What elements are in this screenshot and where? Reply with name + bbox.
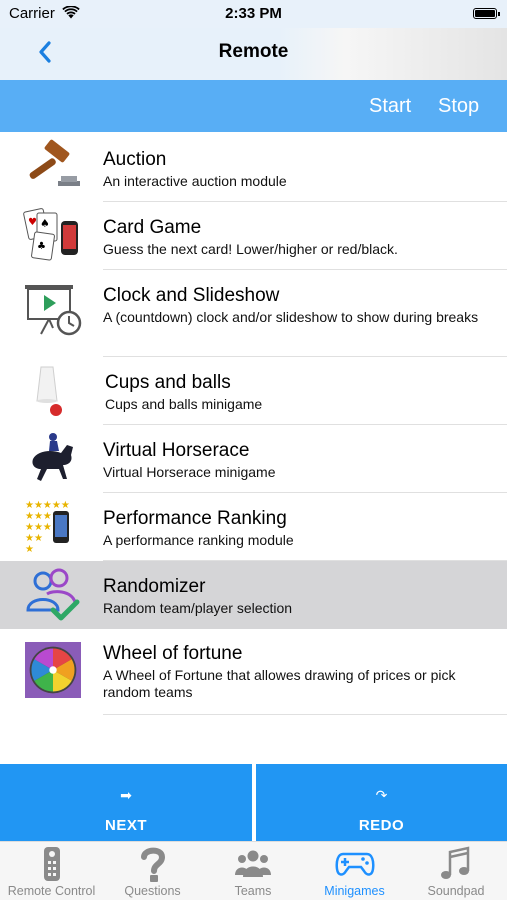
redo-icon: ↷ <box>375 787 388 803</box>
minigame-list: Auction An interactive auction module ♠ … <box>0 133 507 715</box>
list-item-card-game[interactable]: ♠ ♥ ♣ Card Game Guess the next card! Low… <box>0 202 507 270</box>
tab-minigames[interactable]: Minigames <box>304 842 405 901</box>
svg-text:★★: ★★ <box>25 533 43 544</box>
next-button[interactable]: ➡ NEXT <box>0 764 252 841</box>
list-item-virtual-horserace[interactable]: Virtual Horserace Virtual Horserace mini… <box>0 425 507 493</box>
tab-label: Remote Control <box>7 884 96 898</box>
svg-text:★★★★★: ★★★★★ <box>25 500 70 511</box>
tab-label: Minigames <box>324 884 385 898</box>
item-description: A (countdown) clock and/or slideshow to … <box>103 309 479 325</box>
tab-label: Teams <box>234 884 272 898</box>
redo-button[interactable]: ↷ REDO <box>256 764 507 841</box>
gavel-icon <box>29 139 80 186</box>
item-name: Wheel of fortune <box>103 643 243 664</box>
svg-text:★: ★ <box>25 544 34 553</box>
music-note-icon <box>441 846 470 879</box>
item-description: Guess the next card! Lower/higher or red… <box>103 241 398 257</box>
fortune-wheel-icon <box>25 642 81 698</box>
question-mark-icon <box>140 847 165 882</box>
tab-soundpad[interactable]: Soundpad <box>405 842 507 901</box>
stop-button[interactable]: Stop <box>438 95 479 118</box>
item-name: Randomizer <box>103 576 206 597</box>
item-name: Clock and Slideshow <box>103 285 280 306</box>
users-check-icon <box>26 568 80 621</box>
list-item-auction[interactable]: Auction An interactive auction module <box>0 133 507 202</box>
svg-text:♠: ♠ <box>40 217 50 230</box>
list-item-performance-ranking[interactable]: ★★★★★ ★★★★ ★★★ ★★ ★ Performance Ranking … <box>0 493 507 561</box>
arrow-right-icon: ➡ <box>120 787 132 803</box>
item-description: Random team/player selection <box>103 600 293 616</box>
battery-icon <box>473 8 500 19</box>
item-description: Virtual Horserace minigame <box>103 464 276 480</box>
teams-icon <box>235 850 271 877</box>
item-name: Virtual Horserace <box>103 440 250 461</box>
page-title: Remote <box>218 41 289 62</box>
gamepad-icon <box>335 852 374 876</box>
item-name: Cups and balls <box>105 372 231 393</box>
tab-label: Questions <box>124 884 181 898</box>
action-bar: ➡ NEXT ↷ REDO <box>0 764 507 841</box>
svg-text:♣: ♣ <box>37 241 46 252</box>
tab-teams[interactable]: Teams <box>202 842 304 901</box>
svg-text:★★★: ★★★ <box>25 522 52 533</box>
status-time: 2:33 PM <box>225 5 282 22</box>
star-ranking-icon: ★★★★★ ★★★★ ★★★ ★★ ★ <box>25 500 70 553</box>
control-toolbar: Start Stop <box>0 80 507 132</box>
item-name: Performance Ranking <box>103 508 287 529</box>
cup-ball-icon <box>36 366 62 416</box>
list-item-clock-slideshow[interactable]: Clock and Slideshow A (countdown) clock … <box>0 270 507 357</box>
svg-text:♥: ♥ <box>28 217 37 228</box>
navigation-bar: Remote <box>0 28 507 80</box>
next-label: NEXT <box>104 817 147 834</box>
item-name: Card Game <box>103 217 202 238</box>
tab-label: Soundpad <box>427 884 485 898</box>
horse-jockey-icon <box>32 433 73 481</box>
item-name: Auction <box>103 149 167 170</box>
list-item-randomizer[interactable]: Randomizer Random team/player selection <box>0 561 507 629</box>
item-description: Cups and balls minigame <box>105 396 263 412</box>
row-divider <box>103 714 507 715</box>
item-description: A performance ranking module <box>103 532 294 548</box>
start-button[interactable]: Start <box>369 95 411 118</box>
tab-questions[interactable]: Questions <box>103 842 202 901</box>
item-description: A Wheel of Fortune that allowes drawing … <box>103 667 456 700</box>
list-item-cups-and-balls[interactable]: Cups and balls Cups and balls minigame <box>0 357 507 425</box>
list-item-wheel-of-fortune[interactable]: Wheel of fortune A Wheel of Fortune that… <box>0 629 507 715</box>
tab-remote-control[interactable]: Remote Control <box>0 842 103 901</box>
slideshow-clock-icon <box>25 285 82 336</box>
redo-label: REDO <box>358 817 405 834</box>
status-bar: Carrier 2:33 PM <box>0 0 507 28</box>
remote-control-icon <box>43 847 60 881</box>
playing-cards-icon: ♠ ♥ ♣ <box>23 208 78 261</box>
item-description: An interactive auction module <box>103 173 287 189</box>
tab-bar: Remote Control Questions Teams Minigames <box>0 841 507 900</box>
